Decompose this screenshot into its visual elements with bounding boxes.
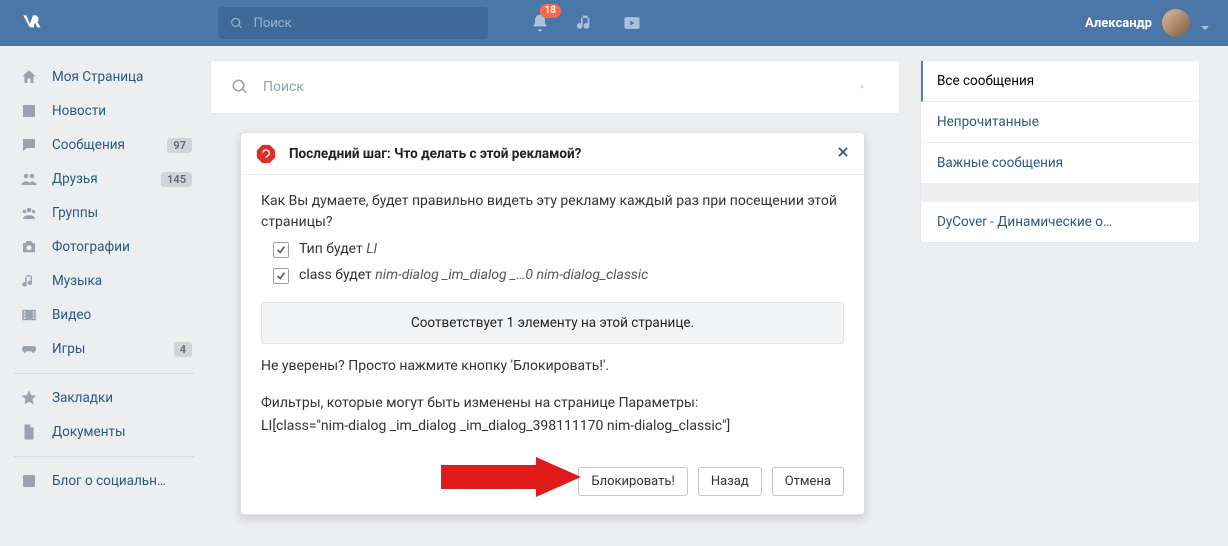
search-icon bbox=[230, 16, 244, 31]
back-button[interactable]: Назад bbox=[698, 467, 762, 496]
message-search-card bbox=[210, 60, 900, 114]
dialog-header: Последний шаг: Что делать с этой рекламо… bbox=[241, 133, 864, 175]
vk-logo-icon[interactable] bbox=[18, 8, 48, 38]
checkbox-icon bbox=[273, 242, 289, 258]
checkbox-class[interactable]: class будет nim-dialog _im_dialog _…0 ni… bbox=[273, 265, 844, 286]
nav-messages[interactable]: Сообщения97 bbox=[14, 128, 210, 162]
news-icon bbox=[18, 100, 40, 122]
unsure-text: Не уверены? Просто нажмите кнопку 'Блоки… bbox=[261, 356, 844, 377]
topbar: 18 Александр bbox=[0, 0, 1228, 46]
music-icon[interactable] bbox=[574, 11, 598, 35]
checkbox-type[interactable]: Тип будет LI bbox=[273, 239, 844, 260]
dialog-question: Как Вы думаете, будет правильно видеть э… bbox=[261, 191, 844, 233]
match-count-bar: Соответствует 1 элементу на этой страниц… bbox=[261, 302, 844, 344]
camera-icon bbox=[18, 236, 40, 258]
top-search-input[interactable] bbox=[254, 16, 476, 31]
groups-icon bbox=[18, 202, 40, 224]
nav-videos[interactable]: Видео bbox=[14, 298, 210, 332]
messages-filter-card: Все сообщения Непрочитанные Важные сообщ… bbox=[920, 60, 1200, 243]
message-search-input[interactable] bbox=[263, 79, 859, 95]
friends-icon bbox=[18, 168, 40, 190]
friends-badge: 145 bbox=[161, 172, 192, 187]
close-icon[interactable] bbox=[836, 144, 850, 163]
filters-label: Фильтры, которые могут быть изменены на … bbox=[261, 393, 844, 414]
nav-news[interactable]: Новости bbox=[14, 94, 210, 128]
main-column: Последний шаг: Что делать с этой рекламо… bbox=[210, 60, 900, 515]
notif-badge: 18 bbox=[540, 4, 561, 18]
rc-separator bbox=[921, 184, 1199, 202]
nav-games[interactable]: Игры4 bbox=[14, 332, 210, 366]
stop-icon bbox=[255, 143, 277, 165]
user-name: Александр bbox=[1085, 16, 1152, 31]
star-icon bbox=[18, 387, 40, 409]
gamepad-icon bbox=[18, 338, 40, 360]
avatar bbox=[1162, 9, 1190, 37]
nav-separator-2 bbox=[14, 456, 194, 457]
top-icons: 18 bbox=[528, 11, 644, 35]
chevron-down-icon bbox=[1200, 18, 1210, 28]
nav-my-page[interactable]: Моя Страница bbox=[14, 60, 210, 94]
pointer-arrow-icon bbox=[441, 457, 581, 513]
home-icon bbox=[18, 66, 40, 88]
dialog-body: Как Вы думаете, будет правильно видеть э… bbox=[241, 175, 864, 457]
film-icon bbox=[18, 304, 40, 326]
nav-docs[interactable]: Документы bbox=[14, 415, 210, 449]
games-badge: 4 bbox=[174, 342, 192, 357]
filter-dycover[interactable]: DyCover - Динамические о… bbox=[921, 202, 1199, 242]
nav-music[interactable]: Музыка bbox=[14, 264, 210, 298]
nav-blog[interactable]: Блог о социальн… bbox=[14, 464, 210, 498]
dialog-title: Последний шаг: Что делать с этой рекламо… bbox=[289, 146, 581, 162]
filters-value: LI[class="nim-dialog _im_dialog _im_dial… bbox=[261, 416, 844, 437]
nav-bookmarks[interactable]: Закладки bbox=[14, 381, 210, 415]
messages-badge: 97 bbox=[167, 138, 192, 153]
current-user[interactable]: Александр bbox=[1085, 9, 1210, 37]
dialog-buttons: Блокировать! Назад Отмена bbox=[241, 457, 864, 514]
top-search[interactable] bbox=[218, 7, 488, 39]
chat-icon bbox=[18, 134, 40, 156]
checkbox-icon bbox=[273, 268, 289, 284]
cancel-button[interactable]: Отмена bbox=[772, 467, 844, 496]
nav-friends[interactable]: Друзья145 bbox=[14, 162, 210, 196]
filter-unread[interactable]: Непрочитанные bbox=[921, 102, 1199, 143]
right-column: Все сообщения Непрочитанные Важные сообщ… bbox=[920, 60, 1200, 515]
block-button[interactable]: Блокировать! bbox=[578, 467, 687, 496]
filter-all[interactable]: Все сообщения bbox=[921, 61, 1199, 102]
nav-separator bbox=[14, 373, 194, 374]
nav-photos[interactable]: Фотографии bbox=[14, 230, 210, 264]
filter-important[interactable]: Важные сообщения bbox=[921, 143, 1199, 184]
plus-icon[interactable] bbox=[859, 77, 879, 97]
videos-play-icon[interactable] bbox=[620, 11, 644, 35]
bell-icon[interactable]: 18 bbox=[528, 11, 552, 35]
square-icon bbox=[18, 470, 40, 492]
nav-groups[interactable]: Группы bbox=[14, 196, 210, 230]
left-nav: Моя Страница Новости Сообщения97 Друзья1… bbox=[0, 60, 210, 515]
search-icon bbox=[231, 78, 249, 96]
doc-icon bbox=[18, 421, 40, 443]
adblock-dialog: Последний шаг: Что делать с этой рекламо… bbox=[240, 132, 865, 515]
note-icon bbox=[18, 270, 40, 292]
